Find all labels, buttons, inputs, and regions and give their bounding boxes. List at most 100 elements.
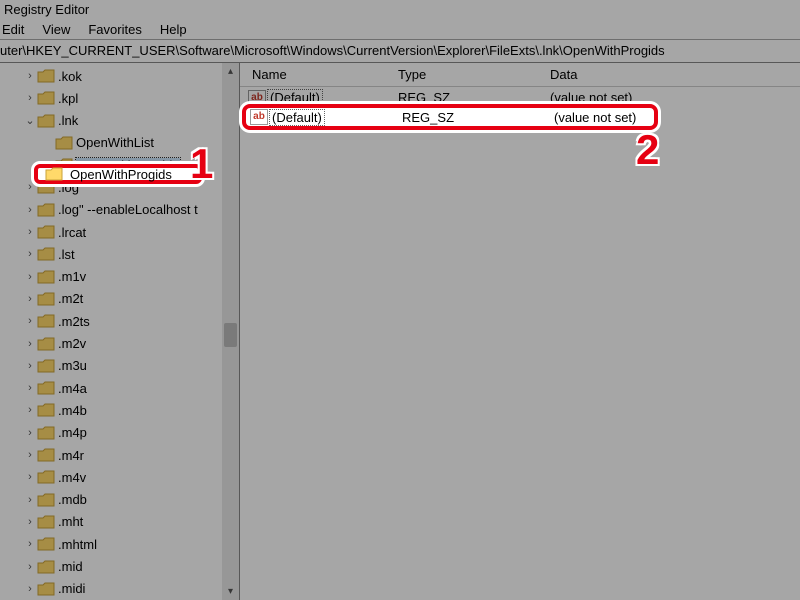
tree-node[interactable]: ›.m4v — [0, 466, 239, 488]
string-value-icon: ab — [248, 90, 266, 106]
tree-node-label: OpenWithList — [76, 135, 154, 150]
tree-node[interactable]: OpenWithProgids — [0, 154, 239, 176]
folder-icon — [36, 402, 56, 418]
chevron-right-icon[interactable]: › — [24, 293, 36, 305]
tree-node[interactable]: › .kpl — [0, 87, 239, 109]
column-header-type[interactable]: Type — [398, 67, 550, 82]
tree-node[interactable]: › .m4p — [0, 422, 239, 444]
tree-node-label: .kpl — [58, 91, 78, 106]
chevron-right-icon[interactable]: › — [24, 516, 36, 528]
chevron-right-icon[interactable]: › — [24, 248, 36, 260]
tree-node[interactable]: › .m2ts — [0, 310, 239, 332]
tree-node-label: .log — [58, 180, 79, 195]
values-column-header[interactable]: Name Type Data — [240, 63, 800, 87]
menu-help[interactable]: Help — [160, 22, 187, 37]
chevron-right-icon[interactable]: › — [24, 561, 36, 573]
tree-scrollbar[interactable]: ▴ ▾ — [222, 63, 239, 600]
value-data: (value not set) — [550, 90, 800, 105]
tree-node[interactable]: › .mhtml — [0, 533, 239, 555]
tree-node[interactable]: ›.lrcat — [0, 221, 239, 243]
tree-node-label: .m4a — [58, 381, 87, 396]
chevron-right-icon[interactable]: › — [24, 382, 36, 394]
tree-node[interactable]: › .m1v — [0, 266, 239, 288]
tree-node[interactable]: ›.mht — [0, 511, 239, 533]
folder-icon — [36, 380, 56, 396]
column-header-data[interactable]: Data — [550, 67, 800, 82]
chevron-right-icon[interactable]: › — [24, 494, 36, 506]
tree-node-label: .m1v — [58, 269, 86, 284]
menu-view[interactable]: View — [42, 22, 70, 37]
menu-favorites[interactable]: Favorites — [88, 22, 141, 37]
folder-icon — [36, 425, 56, 441]
folder-icon — [36, 291, 56, 307]
folder-icon — [36, 202, 56, 218]
scroll-down-arrow[interactable]: ▾ — [222, 583, 239, 600]
tree-node[interactable]: ›.log" --enableLocalhost t — [0, 199, 239, 221]
chevron-right-icon[interactable]: › — [24, 181, 36, 193]
tree-node[interactable]: ›.m2t — [0, 288, 239, 310]
chevron-right-icon[interactable]: › — [24, 204, 36, 216]
registry-tree[interactable]: › .kok › .kpl ⌄ .lnk OpenWithList OpenWithProgi… — [0, 63, 239, 600]
tree-node-label: .mhtml — [58, 537, 97, 552]
chevron-right-icon[interactable]: › — [24, 315, 36, 327]
tree-node[interactable]: › .m2v — [0, 332, 239, 354]
tree-node[interactable]: ⌄ .lnk — [0, 109, 239, 131]
chevron-right-icon[interactable]: › — [24, 404, 36, 416]
tree-node[interactable]: › .mid — [0, 555, 239, 577]
chevron-right-icon[interactable]: › — [24, 538, 36, 550]
folder-icon — [54, 157, 74, 173]
tree-node[interactable]: OpenWithList — [0, 132, 239, 154]
tree-node[interactable]: › .lst — [0, 243, 239, 265]
tree-node-label: .lnk — [58, 113, 78, 128]
chevron-right-icon[interactable]: › — [24, 583, 36, 595]
folder-icon — [36, 269, 56, 285]
tree-node-label: .mid — [58, 559, 83, 574]
chevron-right-icon[interactable]: › — [24, 338, 36, 350]
scroll-up-arrow[interactable]: ▴ — [222, 63, 239, 80]
scroll-thumb[interactable] — [224, 323, 237, 347]
registry-editor-window: Registry Editor Edit View Favorites Help… — [0, 0, 800, 600]
value-type: REG_SZ — [398, 90, 550, 105]
values-list: ab(Default)REG_SZ(value not set) — [240, 87, 800, 109]
tree-node[interactable]: › .m4a — [0, 377, 239, 399]
folder-icon — [36, 224, 56, 240]
address-bar[interactable]: uter\HKEY_CURRENT_USER\Software\Microsof… — [0, 40, 800, 63]
folder-icon — [36, 469, 56, 485]
chevron-right-icon[interactable]: › — [24, 271, 36, 283]
folder-icon — [54, 135, 74, 151]
address-path: uter\HKEY_CURRENT_USER\Software\Microsof… — [0, 43, 665, 58]
main-area: › .kok › .kpl ⌄ .lnk OpenWithList OpenWithProgi… — [0, 63, 800, 600]
tree-node-label: .m4p — [58, 425, 87, 440]
tree-node[interactable]: ›.midi — [0, 578, 239, 600]
window-title: Registry Editor — [4, 2, 89, 17]
tree-node-label: .m2ts — [58, 314, 90, 329]
column-header-name[interactable]: Name — [240, 67, 398, 82]
folder-icon — [36, 559, 56, 575]
tree-node[interactable]: › .m3u — [0, 355, 239, 377]
folder-icon — [36, 581, 56, 597]
chevron-right-icon[interactable]: › — [24, 92, 36, 104]
chevron-right-icon[interactable]: › — [24, 360, 36, 372]
folder-icon — [36, 514, 56, 530]
titlebar: Registry Editor — [0, 0, 800, 19]
tree-node[interactable]: › .mdb — [0, 489, 239, 511]
tree-pane: › .kok › .kpl ⌄ .lnk OpenWithList OpenWithProgi… — [0, 63, 240, 600]
chevron-right-icon[interactable]: › — [24, 471, 36, 483]
tree-node-label: .lst — [58, 247, 75, 262]
chevron-right-icon[interactable]: › — [24, 449, 36, 461]
tree-node-label: .m2v — [58, 336, 86, 351]
value-row[interactable]: ab(Default)REG_SZ(value not set) — [240, 87, 800, 109]
tree-node[interactable]: ›.m4r — [0, 444, 239, 466]
chevron-down-icon[interactable]: ⌄ — [24, 114, 36, 127]
tree-node[interactable]: ›.m4b — [0, 399, 239, 421]
tree-node-label: .mdb — [58, 492, 87, 507]
tree-node-label: .kok — [58, 69, 82, 84]
folder-icon — [36, 492, 56, 508]
chevron-right-icon[interactable]: › — [24, 70, 36, 82]
tree-node-label: .m3u — [58, 358, 87, 373]
menu-edit[interactable]: Edit — [2, 22, 24, 37]
chevron-right-icon[interactable]: › — [24, 427, 36, 439]
chevron-right-icon[interactable]: › — [24, 226, 36, 238]
tree-node[interactable]: › .kok — [0, 65, 239, 87]
tree-node[interactable]: › .log — [0, 176, 239, 198]
